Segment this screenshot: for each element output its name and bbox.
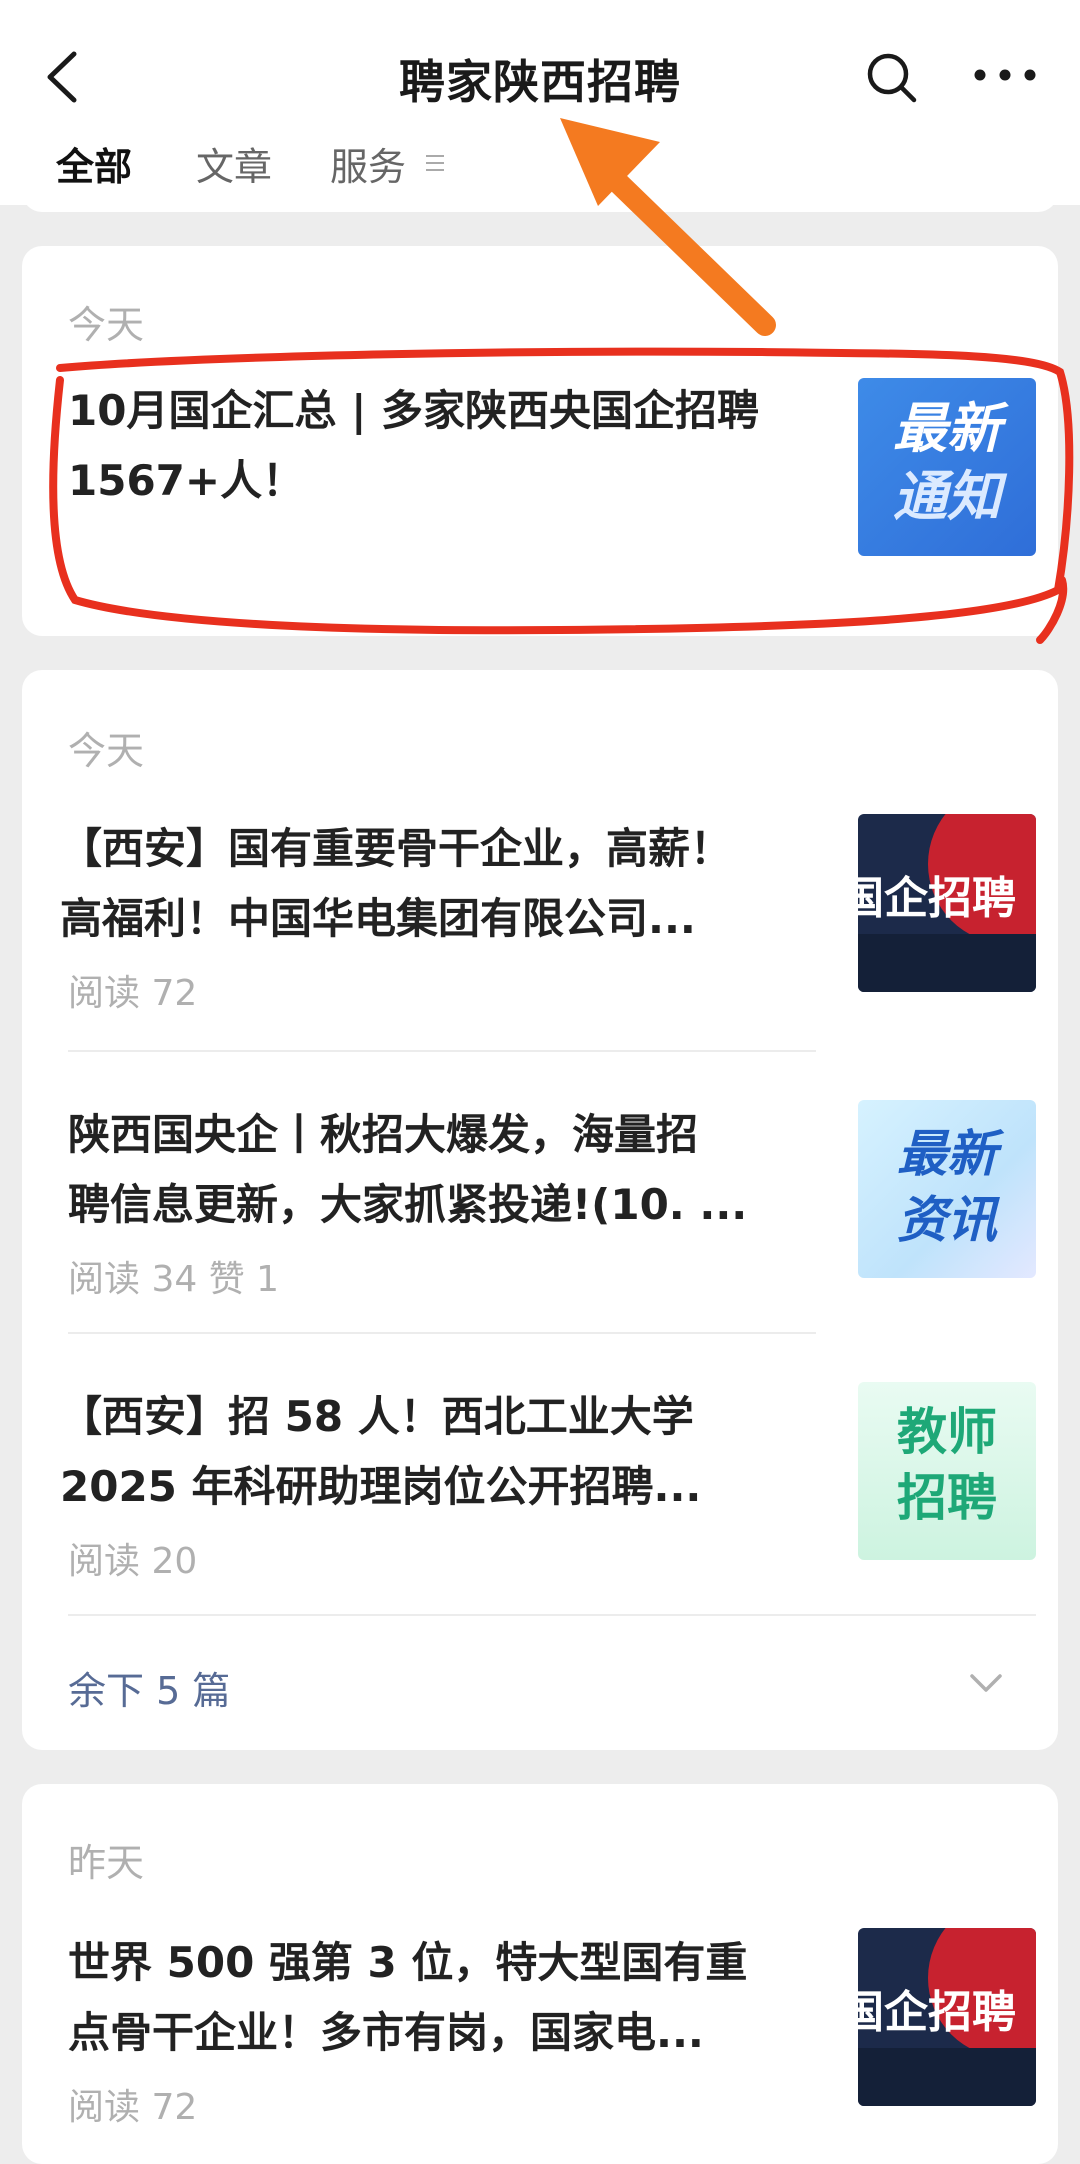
article-read-count: 阅读 20	[68, 1541, 198, 1582]
article-title: 【西安】国有重要骨干企业，高薪！ 高福利！中国华电集团有限公司...	[60, 824, 733, 943]
article-read-count: 阅读 34 赞 1	[68, 1259, 280, 1300]
date-label: 今天	[68, 729, 145, 773]
top-bar: 聘家陕西招聘 全部 文章 服务	[0, 0, 1080, 205]
divider	[68, 1614, 1036, 1616]
divider	[68, 1050, 816, 1052]
article-item[interactable]: 【西安】招 58 人！西北工业大学 2025 年科研助理岗位公开招聘... 阅读…	[60, 1382, 1036, 1612]
thumbnail-text: 教师	[897, 1403, 997, 1461]
article-thumbnail: 教师 招聘	[858, 1382, 1036, 1560]
article-title: 【西安】招 58 人！西北工业大学 2025 年科研助理岗位公开招聘...	[60, 1392, 702, 1511]
article-thumbnail: 最新 资讯	[858, 1100, 1036, 1278]
article-read-count: 阅读 72	[68, 973, 198, 1014]
article-title: 10月国企汇总 | 多家陕西央国企招聘1567+人！	[68, 386, 760, 505]
thumbnail-text: 国企招聘	[858, 1987, 1016, 2038]
thumbnail-text: 招聘	[897, 1469, 997, 1527]
article-item[interactable]: 10月国企汇总 | 多家陕西央国企招聘1567+人！ 最新 通知	[68, 376, 1036, 556]
thumbnail-text: 通知	[893, 465, 1001, 528]
article-thumbnail: 国企招聘	[858, 814, 1036, 992]
more-options-icon[interactable]	[970, 60, 1040, 90]
menu-lines-icon[interactable]	[424, 152, 446, 174]
remaining-articles-link[interactable]: 余下 5 篇	[68, 1660, 230, 1715]
article-read-count: 阅读 72	[68, 2087, 198, 2128]
message-card: 昨天 世界 500 强第 3 位，特大型国有重 点骨干企业！多市有岗，国家电..…	[22, 1784, 1058, 2164]
previous-card-edge	[22, 190, 1058, 212]
message-card: 今天 【西安】国有重要骨干企业，高薪！ 高福利！中国华电集团有限公司... 阅读…	[22, 670, 1058, 1750]
message-card: 今天 10月国企汇总 | 多家陕西央国企招聘1567+人！ 最新 通知	[22, 246, 1058, 636]
article-title: 陕西国央企丨秋招大爆发，海量招 聘信息更新，大家抓紧投递!(10. ...	[68, 1110, 748, 1229]
article-item[interactable]: 世界 500 强第 3 位，特大型国有重 点骨干企业！多市有岗，国家电... 阅…	[68, 1928, 1036, 2158]
tab-articles[interactable]: 文章	[196, 136, 272, 191]
article-thumbnail: 国企招聘	[858, 1928, 1036, 2106]
date-label: 今天	[68, 303, 145, 347]
article-title: 世界 500 强第 3 位，特大型国有重 点骨干企业！多市有岗，国家电...	[68, 1938, 748, 2057]
article-item[interactable]: 陕西国央企丨秋招大爆发，海量招 聘信息更新，大家抓紧投递!(10. ... 阅读…	[68, 1100, 1036, 1330]
thumbnail-text: 国企招聘	[858, 873, 1016, 924]
date-label: 昨天	[68, 1841, 145, 1885]
chevron-down-icon[interactable]	[966, 1668, 1006, 1698]
thumbnail-text: 资讯	[897, 1191, 997, 1249]
article-item[interactable]: 【西安】国有重要骨干企业，高薪！ 高福利！中国华电集团有限公司... 阅读 72…	[60, 814, 1036, 1044]
tab-services[interactable]: 服务	[330, 136, 406, 191]
divider	[68, 1332, 816, 1334]
search-icon[interactable]	[862, 48, 922, 108]
article-thumbnail: 最新 通知	[858, 378, 1036, 556]
tab-all[interactable]: 全部	[56, 136, 132, 191]
thumbnail-text: 最新	[897, 1125, 997, 1183]
thumbnail-text: 最新	[893, 397, 1001, 460]
